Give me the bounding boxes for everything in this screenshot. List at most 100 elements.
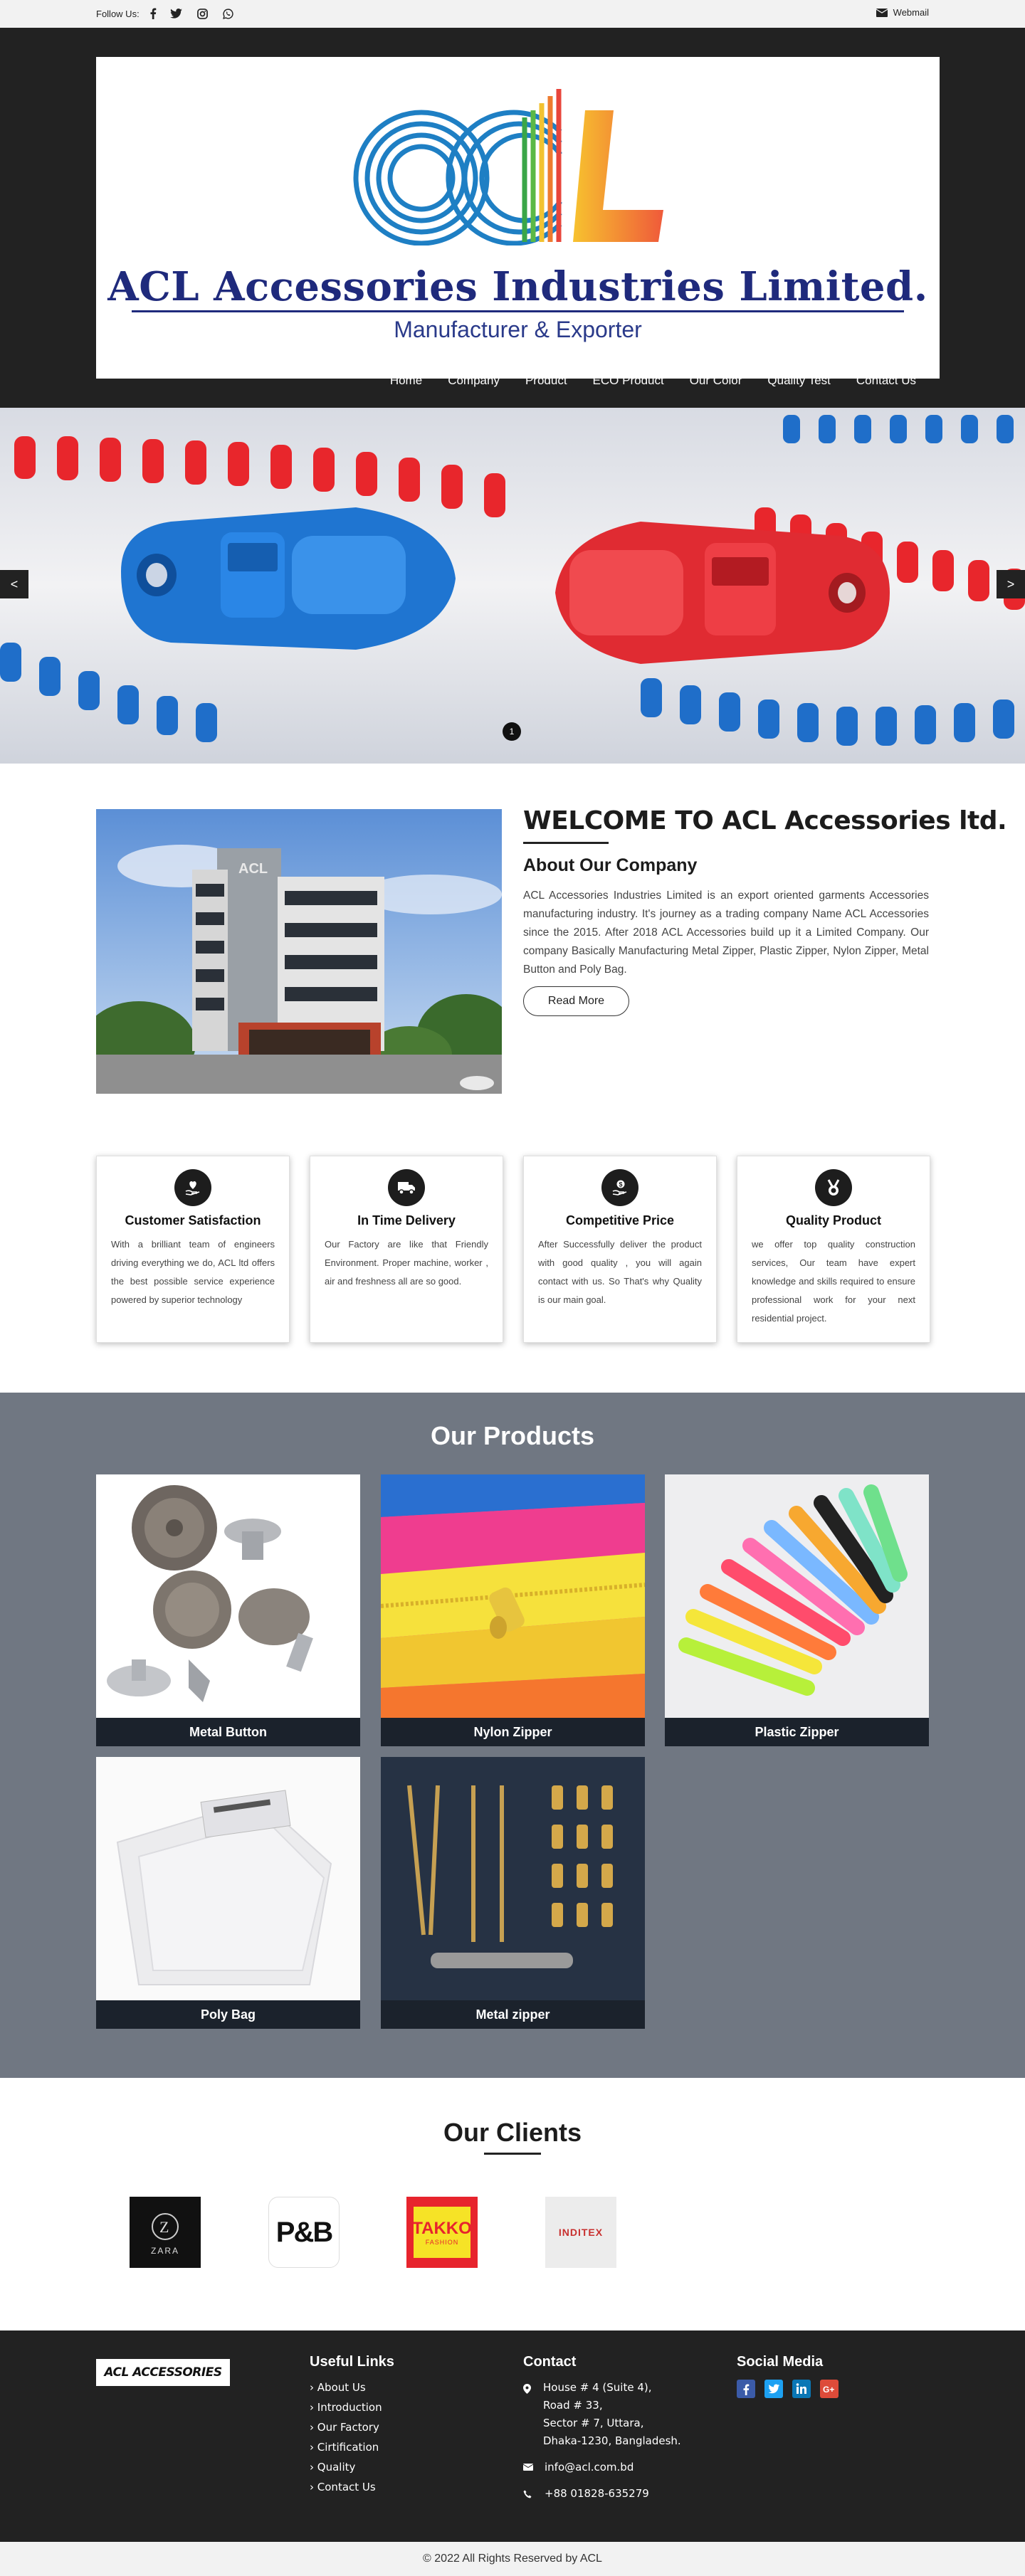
client-subtext: FASHION (425, 2239, 459, 2246)
footer-logo-text: ACL ACCESSORIES (104, 2365, 222, 2380)
product-card-metal-zipper[interactable]: Metal zipper (381, 1757, 645, 2029)
product-card-poly-bag[interactable]: Poly Bag (96, 1757, 360, 2029)
facebook-icon[interactable] (737, 2380, 755, 2402)
about-text: ACL Accessories Industries Limited is an… (523, 890, 929, 976)
medal-icon (815, 1169, 852, 1206)
copyright-bar: © 2022 All Rights Reserved by ACL (0, 2542, 1025, 2576)
site-footer: ACL ACCESSORIES Useful Links › About Us … (0, 2330, 1025, 2542)
client-logo-zara: Z ZARA (130, 2197, 201, 2268)
phone-icon (523, 2490, 532, 2498)
zipper-hero-image (0, 408, 1025, 764)
company-tagline: Manufacturer & Exporter (394, 317, 642, 342)
envelope-icon (876, 8, 888, 17)
contact-email-link[interactable]: info@acl.com.bd (545, 2461, 634, 2474)
svg-text:Z: Z (159, 2218, 169, 2236)
product-card-metal-button[interactable]: Metal Button (96, 1474, 360, 1746)
webmail-link[interactable]: Webmail (876, 7, 929, 18)
whatsapp-icon[interactable] (221, 6, 235, 21)
feature-title: In Time Delivery (357, 1213, 456, 1228)
facebook-icon[interactable] (146, 6, 160, 21)
feature-card-competitive-price: $ Competitive Price After Successfully d… (523, 1156, 717, 1343)
nav-eco-product[interactable]: ECO Product (580, 371, 677, 391)
footer-link-contact-us[interactable]: › Contact Us (310, 2481, 376, 2493)
nav-home[interactable]: Home (377, 371, 435, 391)
dollar-hand-icon: $ (601, 1169, 638, 1206)
client-text: P&B (275, 2216, 333, 2248)
logo-underline (132, 310, 904, 312)
product-label: Poly Bag (96, 2000, 360, 2029)
useful-links-title: Useful Links (310, 2354, 394, 2370)
feature-text: we offer top quality construction servic… (752, 1239, 915, 1324)
copyright-text: © 2022 All Rights Reserved by ACL (423, 2553, 602, 2565)
feature-card-customer-satisfaction: Customer Satisfaction With a brilliant t… (96, 1156, 290, 1343)
logo-banner[interactable]: ACL Accessories Industries Limited. Manu… (96, 57, 940, 379)
welcome-title: WELCOME TO ACL Accessories ltd. (523, 806, 1007, 835)
footer-link-about-us[interactable]: › About Us (310, 2381, 366, 2394)
linkedin-icon[interactable] (792, 2380, 811, 2402)
read-more-button[interactable]: Read More (523, 986, 629, 1016)
address-line: Sector # 7, Uttara, (543, 2417, 644, 2429)
product-label: Plastic Zipper (665, 1718, 929, 1746)
product-label: Metal zipper (381, 2000, 645, 2029)
location-pin-icon (523, 2384, 531, 2394)
twitter-icon[interactable] (764, 2380, 783, 2402)
nav-product[interactable]: Product (512, 371, 580, 391)
instagram-icon[interactable] (195, 6, 209, 21)
social-media-title: Social Media (737, 2354, 824, 2370)
contact-phone-link[interactable]: +88 01828-635279 (545, 2487, 649, 2500)
footer-logo[interactable]: ACL ACCESSORIES (96, 2359, 230, 2386)
google-plus-icon[interactable]: G+ (820, 2380, 839, 2402)
nav-our-color[interactable]: Our Color (677, 371, 755, 391)
webmail-label: Webmail (893, 7, 929, 18)
svg-text:$: $ (619, 1181, 623, 1188)
product-label: Nylon Zipper (381, 1718, 645, 1746)
svg-text:G+: G+ (823, 2385, 834, 2395)
feature-card-in-time-delivery: In Time Delivery Our Factory are like th… (310, 1156, 503, 1343)
main-nav: Home Company Product ECO Product Our Col… (377, 371, 929, 391)
follow-us-label: Follow Us: (96, 9, 140, 19)
metal-zipper-image (381, 1757, 645, 2000)
nav-company[interactable]: Company (435, 371, 512, 391)
footer-link-label: About Us (317, 2381, 366, 2394)
client-text: TAKKO (412, 2219, 472, 2238)
plastic-zipper-image (665, 1474, 929, 1718)
metal-button-image (96, 1474, 360, 1718)
footer-link-quality[interactable]: › Quality (310, 2461, 355, 2474)
client-logo-pb: P&B (268, 2197, 340, 2268)
client-logo-inditex: INDITEX (545, 2197, 616, 2268)
product-card-nylon-zipper[interactable]: Nylon Zipper (381, 1474, 645, 1746)
feature-text: With a brilliant team of engineers drivi… (111, 1239, 275, 1305)
client-text: INDITEX (558, 2227, 604, 2238)
twitter-icon[interactable] (169, 6, 183, 21)
nylon-zipper-image (381, 1474, 645, 1718)
envelope-icon (523, 2464, 533, 2471)
feature-title: Customer Satisfaction (125, 1213, 261, 1228)
address-line: House # 4 (Suite 4), (543, 2381, 652, 2394)
clients-underline (484, 2153, 541, 2155)
welcome-underline (523, 842, 609, 844)
footer-link-our-factory[interactable]: › Our Factory (310, 2421, 379, 2434)
clients-title: Our Clients (443, 2118, 582, 2147)
footer-link-label: Quality (317, 2461, 356, 2474)
client-text: ZARA (151, 2246, 179, 2256)
nav-quality-test[interactable]: Quality Test (755, 371, 843, 391)
product-card-plastic-zipper[interactable]: Plastic Zipper (665, 1474, 929, 1746)
factory-building-image: ACL (96, 809, 502, 1094)
slider-next-button[interactable]: > (997, 570, 1025, 598)
slider-prev-button[interactable]: < (0, 570, 28, 598)
nav-contact-us[interactable]: Contact Us (843, 371, 929, 391)
acl-logo-mark (353, 89, 663, 246)
footer-link-certification[interactable]: › Cirtification (310, 2441, 379, 2454)
feature-card-quality-product: Quality Product we offer top quality con… (737, 1156, 930, 1343)
address-line: Road # 33, (543, 2399, 603, 2412)
footer-link-introduction[interactable]: › Introduction (310, 2401, 382, 2414)
feature-title: Quality Product (785, 1213, 881, 1228)
top-bar: Follow Us: Webmail (0, 0, 1025, 28)
address-line: Dhaka-1230, Bangladesh. (543, 2434, 681, 2447)
product-label: Metal Button (96, 1718, 360, 1746)
site-header: ACL Accessories Industries Limited. Manu… (0, 28, 1025, 408)
products-title: Our Products (430, 1421, 595, 1450)
slider-indicator-1[interactable]: 1 (503, 722, 521, 741)
footer-link-label: Contact Us (317, 2481, 376, 2493)
truck-icon (388, 1169, 425, 1206)
